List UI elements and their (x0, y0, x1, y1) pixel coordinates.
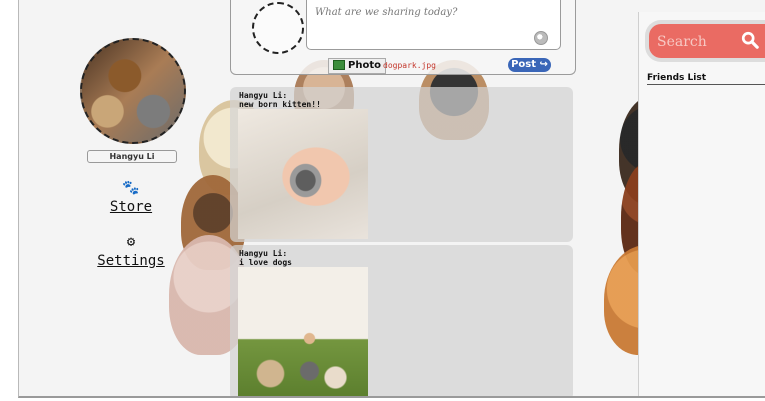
image-icon (333, 60, 345, 70)
app-frame: Hangyu Li 🐾 Store ⚙ Settings What are we… (18, 0, 765, 398)
search-input[interactable] (649, 24, 739, 60)
post-photo-dogs[interactable] (238, 267, 368, 396)
right-sidebar: Friends List (638, 12, 765, 396)
nav-store-label: Store (109, 199, 153, 215)
post-photo-kitten[interactable] (238, 109, 368, 239)
profile-avatar[interactable] (80, 38, 186, 144)
post-author: Hangyu Li: (239, 91, 288, 100)
post-author: Hangyu Li: (239, 249, 288, 258)
paw-icon: 🐾 (122, 180, 140, 196)
post-button-label: Post (511, 59, 537, 70)
composer-avatar (252, 2, 304, 54)
selected-filename: dogpark.jpg (383, 61, 436, 70)
post-text: i love dogs (239, 258, 292, 267)
gear-icon: ⚙ (126, 234, 136, 250)
profile-name: Hangyu Li (87, 150, 177, 163)
post-input-placeholder: What are we sharing today? (315, 7, 458, 18)
feed-post: Hangyu Li: i love dogs (230, 245, 573, 396)
feed-post: Hangyu Li: new born kitten!! (230, 87, 573, 242)
photo-button[interactable]: Photo (328, 58, 386, 74)
post-text: new born kitten!! (239, 100, 321, 109)
nav-settings[interactable]: ⚙ Settings (93, 234, 169, 269)
post-composer: What are we sharing today? Photo dogpark… (230, 0, 576, 75)
nav-settings-label: Settings (97, 253, 165, 269)
post-button[interactable]: Post ↪ (508, 58, 551, 72)
photo-button-label: Photo (348, 60, 381, 71)
emoji-icon[interactable] (534, 31, 548, 45)
search-box (649, 24, 765, 60)
nav-store[interactable]: 🐾 Store (107, 180, 155, 215)
share-arrow-icon: ↪ (539, 59, 548, 70)
post-text-input[interactable]: What are we sharing today? (306, 0, 561, 50)
search-icon[interactable] (741, 31, 759, 49)
friends-list-title: Friends List (647, 73, 765, 85)
